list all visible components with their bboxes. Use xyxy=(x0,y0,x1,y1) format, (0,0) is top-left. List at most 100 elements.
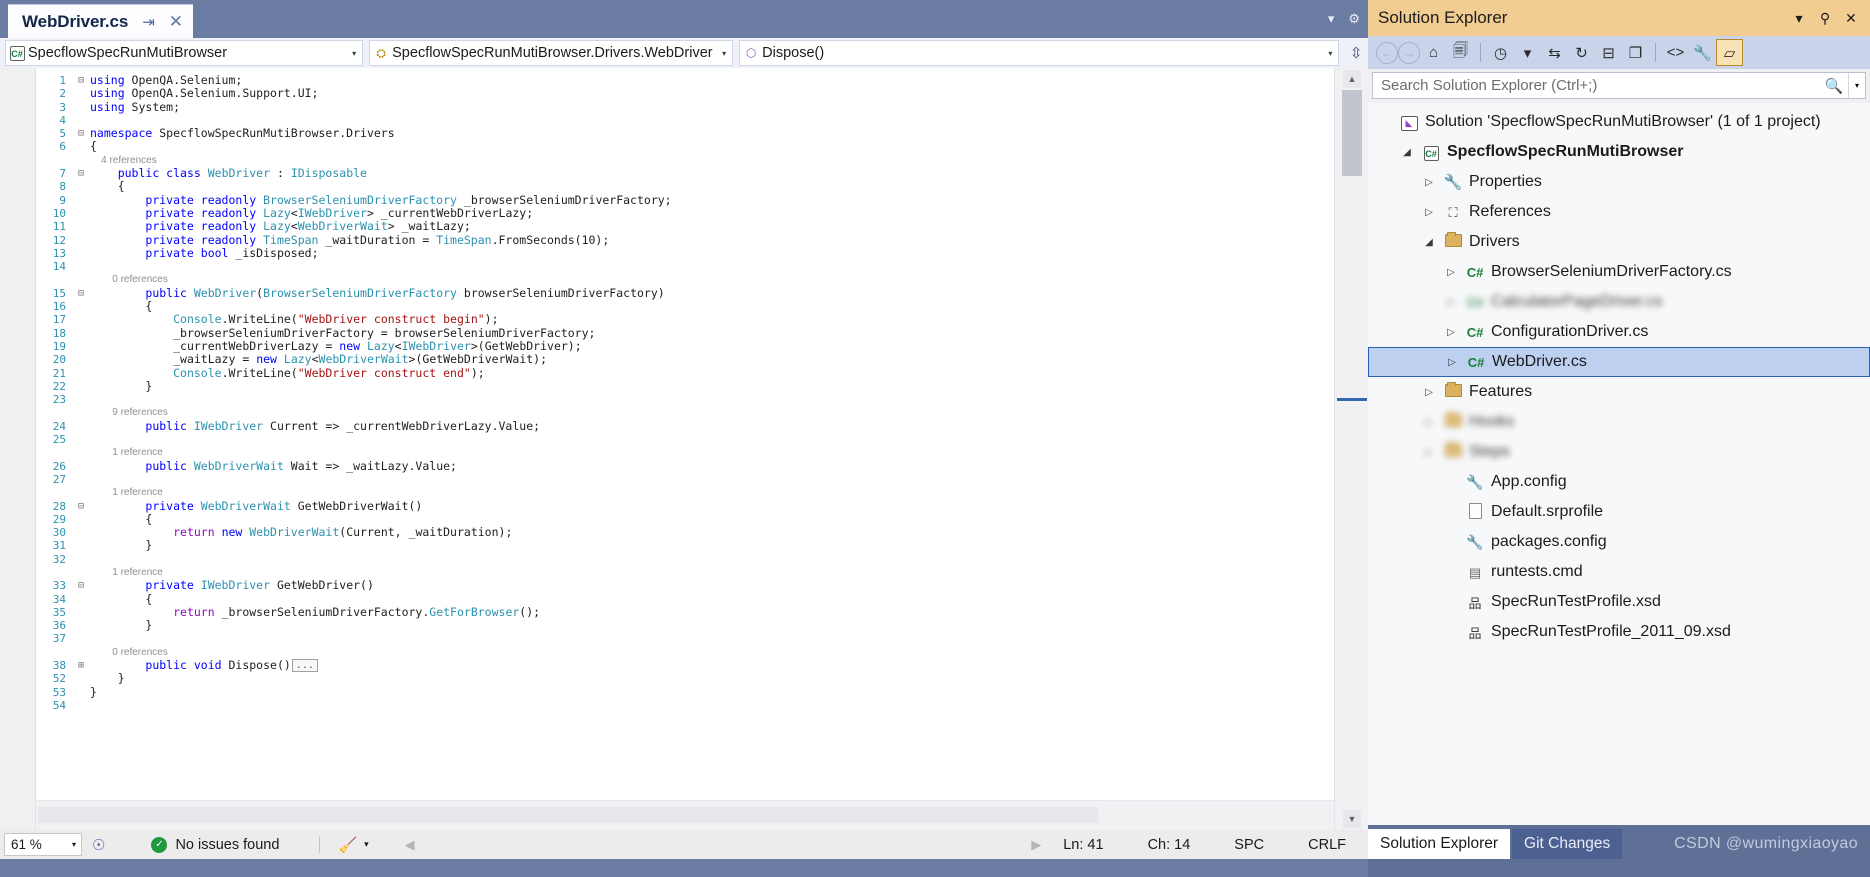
close-icon[interactable]: ✕ xyxy=(1838,10,1864,27)
code-line[interactable]: 23 xyxy=(36,393,1334,406)
refresh-icon[interactable]: ↻ xyxy=(1568,39,1595,66)
code-line[interactable]: 53} xyxy=(36,685,1334,699)
code-editor[interactable]: 1 ⊟ using OpenQA.Selenium; 2 using OpenQA.Se… xyxy=(0,68,1368,830)
scroll-down-icon[interactable]: ▼ xyxy=(1343,810,1361,828)
solution-explorer-tree[interactable]: ◣ Solution 'SpecflowSpecRunMutiBrowser' (… xyxy=(1368,103,1870,825)
code-line[interactable]: 25 xyxy=(36,433,1334,446)
editor-vertical-scrollbar[interactable]: ▲ ▼ xyxy=(1334,68,1368,830)
code-line[interactable]: 7⊟ public class WebDriver : IDisposable↑ xyxy=(36,166,1334,180)
code-line[interactable]: 17 Console.WriteLine("WebDriver construc… xyxy=(36,313,1334,327)
history-dropdown-icon[interactable]: ▾ xyxy=(1514,39,1541,66)
code-line[interactable]: 27 xyxy=(36,473,1334,486)
tool-window-tab[interactable]: Solution Explorer xyxy=(1368,829,1511,859)
fold-toggle-icon[interactable]: ⊟ xyxy=(72,74,90,87)
fold-toggle-icon[interactable]: ⊞ xyxy=(72,659,90,672)
code-line[interactable]: 9 private readonly BrowserSeleniumDriver… xyxy=(36,193,1334,207)
code-line[interactable]: 5 ⊟ namespace SpecflowSpecRunMutiBrowser.D… xyxy=(36,127,1334,141)
vertical-scroll-thumb[interactable] xyxy=(1342,90,1362,176)
navbar-type-dropdown[interactable]: ⛭ SpecflowSpecRunMutiBrowser.Drivers.Web… xyxy=(369,40,734,66)
codelens-reference-row[interactable]: 0 references xyxy=(36,646,1334,659)
solution-tree-item[interactable]: ▷ Hooks xyxy=(1368,407,1870,437)
chevron-right-icon[interactable]: ▷ xyxy=(1418,207,1440,218)
solution-tree-item[interactable]: Default.srprofile xyxy=(1368,497,1870,527)
search-icon[interactable]: 🔍 xyxy=(1820,77,1848,95)
code-line[interactable]: 6{ xyxy=(36,140,1334,154)
solution-tree-item[interactable]: ▷ ⛶ References xyxy=(1368,197,1870,227)
code-line[interactable]: 28 ⊟ private WebDriverWait GetWebDriverWa… xyxy=(36,499,1334,513)
codelens-reference-row[interactable]: 9 references xyxy=(36,406,1334,419)
indicator-margin[interactable] xyxy=(0,68,36,830)
show-all-files-icon[interactable]: <> xyxy=(1662,39,1689,66)
code-line[interactable]: 34 { xyxy=(36,592,1334,606)
preview-selected-items-icon[interactable]: ▱ xyxy=(1716,39,1743,66)
code-text-area[interactable]: 1 ⊟ using OpenQA.Selenium; 2 using OpenQA.Se… xyxy=(36,68,1334,800)
chevron-down-icon[interactable]: ▾ xyxy=(1328,11,1335,27)
solution-tree-item[interactable]: ▷ C# BrowserSeleniumDriverFactory.cs xyxy=(1368,257,1870,287)
code-line[interactable]: 26 public WebDriverWait Wait => _waitLaz… xyxy=(36,459,1334,473)
chevron-down-icon[interactable]: ◢ xyxy=(1396,147,1418,158)
collapse-all-icon[interactable]: ⊟ xyxy=(1595,39,1622,66)
code-line[interactable]: 38⊞ public void Dispose()...↑ xyxy=(36,658,1334,673)
codelens-reference-row[interactable]: 1 reference xyxy=(36,446,1334,459)
navbar-member-dropdown[interactable]: ⬡ Dispose() ▾ xyxy=(739,40,1340,66)
chevron-down-icon[interactable]: ▾ xyxy=(72,840,76,849)
code-line[interactable]: 19 _currentWebDriverLazy = new Lazy<IWeb… xyxy=(36,339,1334,353)
chevron-down-icon[interactable]: ▾ xyxy=(364,839,369,850)
gear-icon[interactable]: ⚙ xyxy=(1348,11,1360,27)
chevron-right-icon[interactable]: ▷ xyxy=(1418,387,1440,398)
code-line[interactable]: 3 using System; xyxy=(36,100,1334,114)
chevron-down-icon[interactable]: ◢ xyxy=(1418,237,1440,248)
chevron-right-icon[interactable]: ▷ xyxy=(1418,177,1440,188)
fold-toggle-icon[interactable]: ⊟ xyxy=(72,579,90,592)
solution-tree-item[interactable]: ▷ Steps xyxy=(1368,437,1870,467)
solution-tree-item[interactable]: 品 SpecRunTestProfile.xsd xyxy=(1368,587,1870,617)
code-line[interactable]: 22 } xyxy=(36,379,1334,393)
collapsed-region-box[interactable]: ... xyxy=(291,659,318,673)
codelens-reference-row[interactable]: 4 references xyxy=(36,154,1334,167)
code-line[interactable]: 31 } xyxy=(36,539,1334,553)
chevron-down-icon[interactable]: ▾ xyxy=(1848,73,1865,98)
chevron-right-icon[interactable]: ▷ xyxy=(1440,297,1462,308)
code-line[interactable]: 16 { xyxy=(36,299,1334,313)
tool-window-tab[interactable]: Git Changes xyxy=(1512,829,1623,859)
properties-icon[interactable]: 🔧 xyxy=(1689,39,1716,66)
code-line[interactable]: 20 _waitLazy = new Lazy<WebDriverWait>(G… xyxy=(36,353,1334,367)
code-line[interactable]: 30 return new WebDriverWait(Current, _wa… xyxy=(36,525,1334,539)
solution-tree-item[interactable]: ◣ Solution 'SpecflowSpecRunMutiBrowser' (… xyxy=(1368,107,1870,137)
chevron-right-icon[interactable]: ▶ xyxy=(1031,837,1041,853)
document-tab-webdriver[interactable]: WebDriver.cs ⇥ ✕ xyxy=(8,4,194,38)
codelens-reference-row[interactable]: 1 reference xyxy=(36,486,1334,499)
code-line[interactable]: 18 _browserSeleniumDriverFactory = brows… xyxy=(36,326,1334,340)
chevron-down-icon[interactable]: ▾ xyxy=(716,49,732,58)
code-line[interactable]: 52 } xyxy=(36,672,1334,686)
code-line[interactable]: 14 xyxy=(36,260,1334,273)
code-line[interactable]: 24 public IWebDriver Current => _current… xyxy=(36,419,1334,433)
navbar-project-dropdown[interactable]: C# SpecflowSpecRunMutiBrowser ▾ xyxy=(5,40,364,66)
show-history-icon[interactable]: ◷ xyxy=(1487,39,1514,66)
chevron-down-icon[interactable]: ▾ xyxy=(1322,49,1338,58)
feedback-icon[interactable]: ☉ xyxy=(92,836,105,854)
editor-horizontal-scrollbar[interactable] xyxy=(36,800,1334,830)
code-line[interactable]: 54 xyxy=(36,699,1334,712)
code-line[interactable]: 8 { xyxy=(36,180,1334,194)
code-line[interactable]: 2 using OpenQA.Selenium.Support.UI; xyxy=(36,87,1334,101)
solution-tree-item[interactable]: ▷ C# CalculatorPageDriver.cs xyxy=(1368,287,1870,317)
solution-tree-item[interactable]: ▷ 🔧 Properties xyxy=(1368,167,1870,197)
solution-tree-item[interactable]: ▤ runtests.cmd xyxy=(1368,557,1870,587)
fold-toggle-icon[interactable]: ⊟ xyxy=(72,127,90,140)
chevron-right-icon[interactable]: ▷ xyxy=(1440,327,1462,338)
properties-window-icon[interactable]: ❐ xyxy=(1622,39,1649,66)
pin-icon[interactable]: ⚲ xyxy=(1812,10,1838,27)
code-line[interactable]: 1 ⊟ using OpenQA.Selenium; xyxy=(36,73,1334,87)
pin-icon[interactable]: ⇥ xyxy=(142,13,155,31)
line-ending-indicator[interactable]: CRLF xyxy=(1286,837,1368,853)
code-line[interactable]: 12 private readonly TimeSpan _waitDurati… xyxy=(36,233,1334,247)
solution-tree-item[interactable]: 🔧 packages.config xyxy=(1368,527,1870,557)
chevron-right-icon[interactable]: ▷ xyxy=(1418,447,1440,458)
issues-status[interactable]: ✓ No issues found xyxy=(151,836,279,853)
chevron-right-icon[interactable]: ▷ xyxy=(1418,417,1440,428)
codelens-reference-row[interactable]: 0 references xyxy=(36,273,1334,286)
codelens-reference-row[interactable]: 1 reference xyxy=(36,566,1334,579)
horizontal-scroll-thumb[interactable] xyxy=(38,807,1098,823)
code-line[interactable]: 4 xyxy=(36,114,1334,127)
